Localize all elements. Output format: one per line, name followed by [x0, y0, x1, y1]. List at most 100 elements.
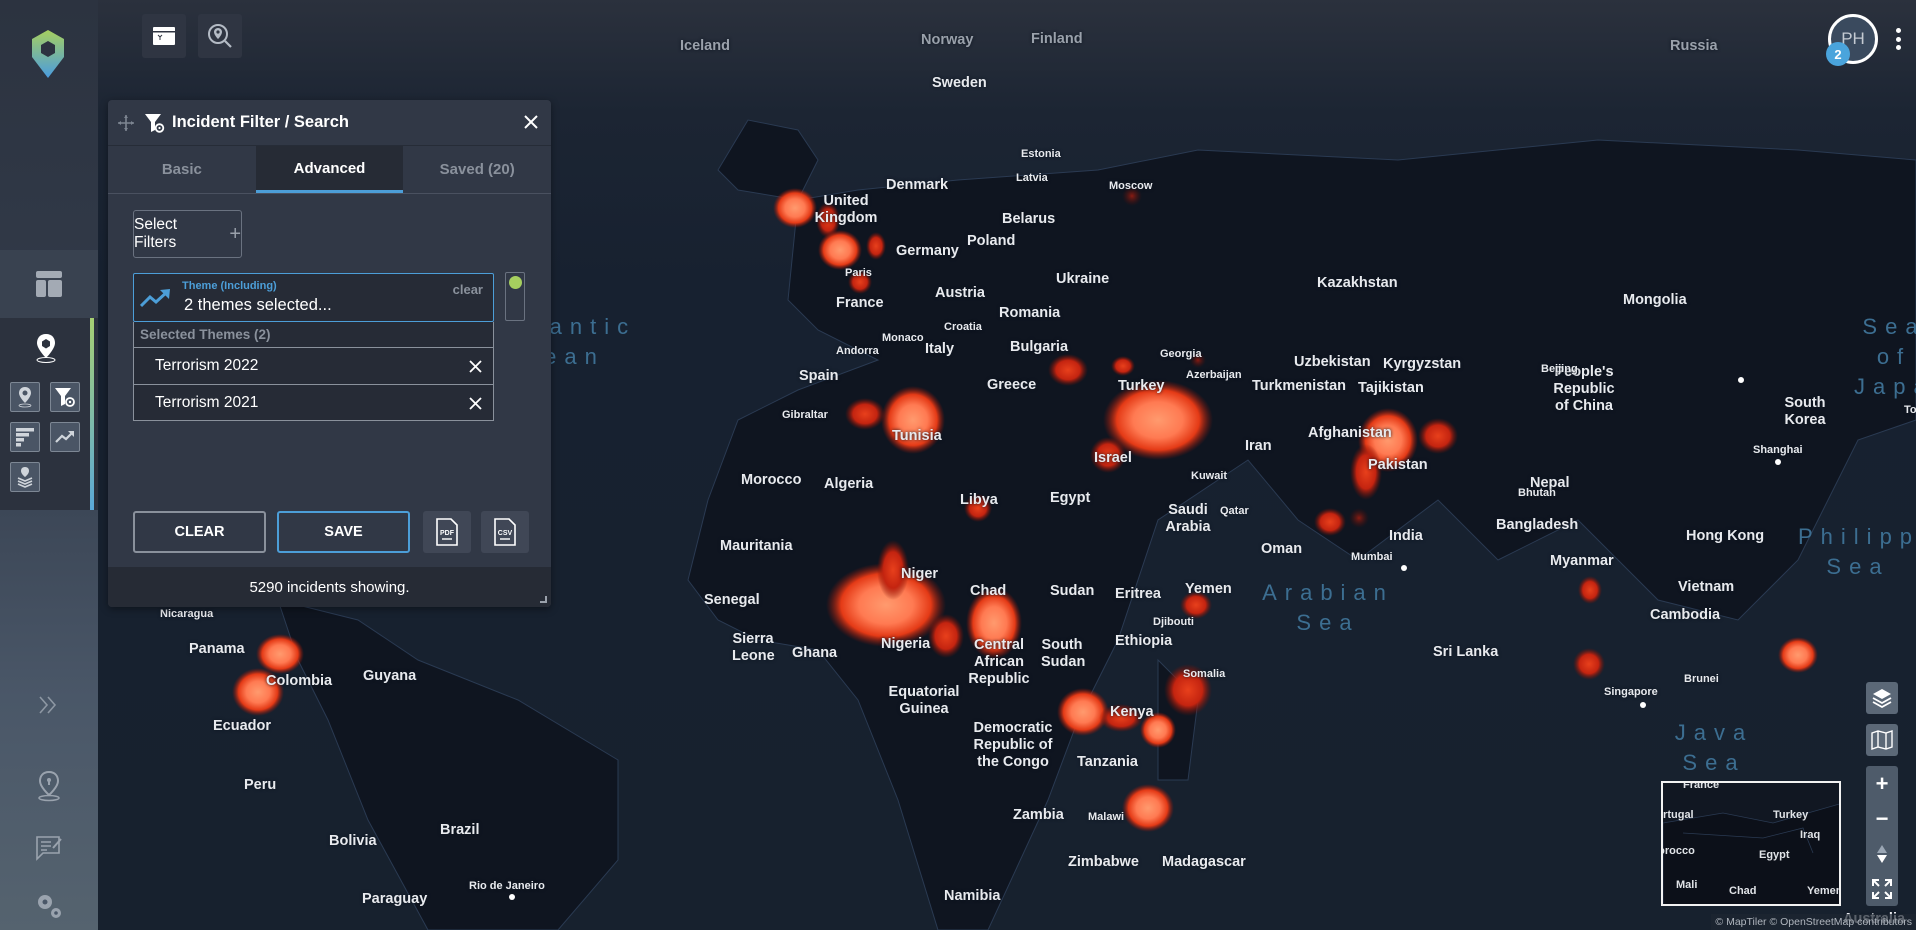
layers-button[interactable] — [1866, 682, 1898, 714]
theme-filter-field[interactable]: Theme (Including) 2 themes selected... c… — [133, 273, 494, 322]
map-label: Zimbabwe — [1068, 854, 1139, 870]
remove-theme-button[interactable] — [465, 393, 485, 413]
map-label: Madagascar — [1162, 854, 1246, 870]
panel-header: Incident Filter / Search — [108, 100, 551, 146]
sidebar-item-dashboard[interactable] — [0, 250, 98, 318]
sidebar-accent-bar — [90, 318, 94, 510]
trend-icon — [140, 288, 172, 308]
expand-sidebar-icon[interactable] — [38, 696, 58, 714]
map-label: Bangladesh — [1496, 517, 1579, 533]
heat-spot — [1349, 508, 1369, 528]
layers-pin-button[interactable] — [10, 462, 40, 492]
export-csv-button[interactable]: CSV — [481, 511, 529, 553]
close-icon — [468, 396, 482, 410]
map-label: Sweden — [932, 75, 987, 91]
select-filters-label: Select Filters — [134, 216, 178, 251]
map-style-button[interactable] — [1866, 724, 1898, 756]
logo-icon[interactable] — [28, 28, 68, 80]
map-label: Germany — [896, 243, 959, 259]
map-label: Ghana — [792, 645, 838, 661]
clear-button[interactable]: CLEAR — [133, 511, 266, 553]
minimap-label: Iraq — [1800, 829, 1821, 841]
export-pdf-button[interactable]: PDF — [423, 511, 471, 553]
drag-handle-icon[interactable] — [118, 114, 134, 131]
select-filters-button[interactable]: Select Filters + — [133, 210, 242, 258]
selected-themes-header: Selected Themes (2) — [134, 322, 493, 348]
close-button[interactable] — [519, 110, 543, 134]
map-label: Nicaragua — [160, 608, 214, 620]
tab-advanced[interactable]: Advanced — [255, 146, 404, 193]
map-label: Algeria — [824, 476, 874, 492]
map-label: Peru — [244, 777, 277, 793]
map-label: Belarus — [1002, 211, 1056, 227]
heat-spot — [1573, 648, 1605, 680]
map-label: Zambia — [1013, 807, 1064, 823]
city-dot — [1775, 459, 1781, 465]
remove-theme-button[interactable] — [465, 356, 485, 376]
minimap-label: Mali — [1676, 879, 1698, 891]
theme-label: Terrorism 2022 — [155, 357, 259, 374]
tab-basic[interactable]: Basic — [108, 146, 256, 193]
theme-include-toggle[interactable] — [505, 272, 525, 321]
save-button[interactable]: SAVE — [277, 511, 410, 553]
map-label: Kenya — [1110, 704, 1154, 720]
map-label: Croatia — [944, 321, 982, 333]
map-label: Moscow — [1109, 180, 1153, 192]
map-pin-icon[interactable] — [34, 332, 58, 364]
map-label: Turkey — [1118, 378, 1165, 394]
status-text: 5290 incidents showing. — [249, 578, 410, 596]
theme-clear-link[interactable]: clear — [453, 282, 483, 297]
fullscreen-button[interactable] — [1866, 871, 1898, 906]
selected-themes-list: Selected Themes (2) Terrorism 2022 Terro… — [133, 322, 494, 421]
secure-location-icon[interactable] — [36, 770, 62, 802]
map-style-icon — [1871, 730, 1893, 750]
heat-spot — [866, 232, 886, 260]
resize-handle-icon[interactable] — [540, 596, 547, 603]
minimap-label: France — [1683, 781, 1720, 791]
sidebar — [0, 0, 98, 930]
map-label: Nigeria — [881, 636, 931, 652]
map-label: Turkmenistan — [1252, 378, 1347, 394]
zoom-controls: + − — [1866, 766, 1898, 906]
compass-button[interactable] — [1866, 836, 1898, 871]
table-view-button[interactable] — [142, 14, 186, 58]
map-label: Brunei — [1684, 673, 1719, 685]
close-icon — [524, 115, 538, 129]
heat-spot — [928, 614, 964, 658]
map-label: Qatar — [1220, 505, 1249, 517]
map-label: Azerbaijan — [1186, 369, 1242, 381]
bar-chart-button[interactable] — [10, 422, 40, 452]
map-label: Bulgaria — [1010, 339, 1069, 355]
map-label: Tanzania — [1077, 754, 1138, 770]
minimap[interactable]: France Portugal Turkey Iraq Morocco Egyp… — [1661, 781, 1841, 906]
map-label: Norway — [921, 32, 974, 48]
map-label: Kuwait — [1191, 470, 1228, 482]
location-button[interactable] — [10, 382, 40, 412]
minimap-label: Portugal — [1663, 809, 1694, 821]
map-label: Beijing — [1541, 363, 1578, 375]
zoom-out-button[interactable]: − — [1866, 801, 1898, 836]
tab-saved[interactable]: Saved (20) — [403, 146, 551, 193]
settings-icon[interactable] — [35, 892, 63, 920]
map-label: South Sudan — [1041, 637, 1086, 670]
map-label: Ethiopia — [1115, 633, 1173, 649]
notes-icon[interactable] — [35, 835, 63, 861]
map-attribution[interactable]: © MapTiler © OpenStreetMap contributors — [1711, 914, 1916, 930]
trend-button[interactable] — [50, 422, 80, 452]
map-label: Tajikistan — [1358, 380, 1424, 396]
notification-badge[interactable]: 2 — [1826, 42, 1850, 66]
filter-settings-button[interactable] — [50, 382, 80, 412]
map-label: Equatorial Guinea — [888, 684, 960, 717]
minimap-label: Morocco — [1663, 845, 1695, 857]
map-label: Brazil — [440, 822, 480, 838]
zoom-in-button[interactable]: + — [1866, 766, 1898, 801]
sea-label: Philippine Sea — [1798, 524, 1916, 579]
map-label: Afghanistan — [1308, 425, 1392, 441]
more-options-icon[interactable] — [1894, 28, 1902, 50]
location-search-button[interactable] — [198, 14, 242, 58]
map-label: Paris — [845, 267, 872, 279]
dashboard-icon — [36, 271, 62, 297]
table-icon — [153, 27, 175, 45]
city-dot — [1640, 702, 1646, 708]
panel-title: Incident Filter / Search — [172, 113, 349, 131]
